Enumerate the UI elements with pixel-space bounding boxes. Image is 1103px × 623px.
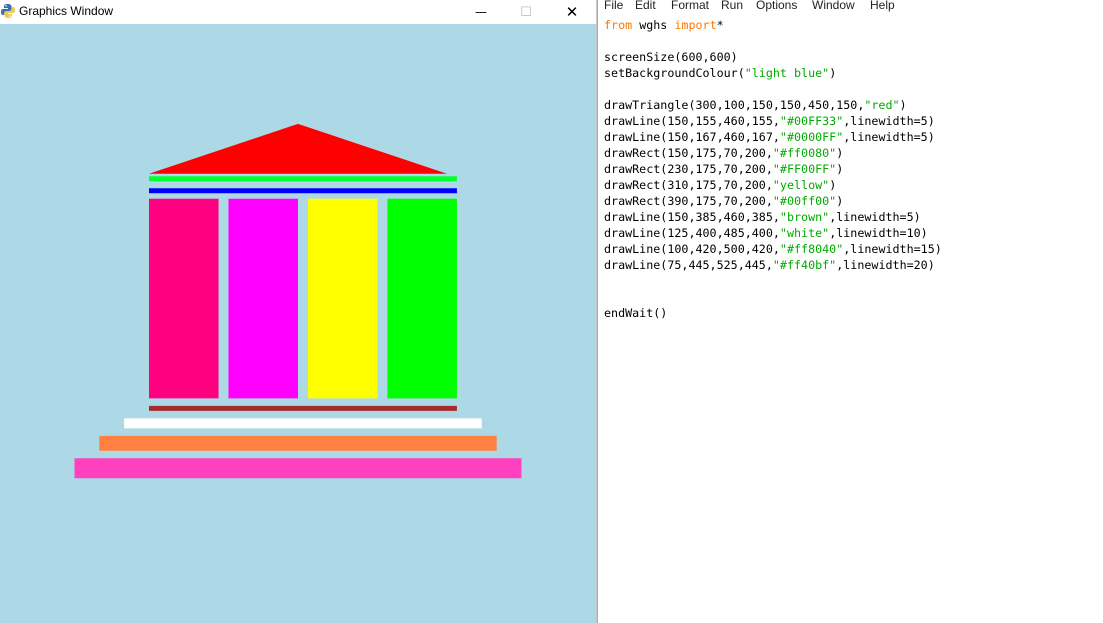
code-line: drawRect(230,175,70,200,"#FF00FF") [604, 161, 942, 177]
title-bar[interactable]: Graphics Window — ☐ ✕ [0, 0, 596, 24]
code-token: ) [829, 66, 837, 80]
code-token: ,linewidth=5) [829, 210, 921, 224]
code-token: ) [836, 194, 844, 208]
pillar-rect [228, 198, 298, 399]
code-line: drawLine(125,400,485,400,"white",linewid… [604, 225, 942, 241]
menu-edit[interactable]: Edit [635, 0, 656, 12]
code-token: drawLine(150,167,460,167, [604, 130, 780, 144]
code-string: "#00FF33" [779, 114, 844, 128]
code-token: ) [836, 146, 844, 160]
code-area[interactable]: from wghs import* screenSize(600,600) setB… [604, 17, 942, 321]
window-title: Graphics Window [19, 4, 114, 18]
code-line: setBackgroundColour("light blue") [604, 65, 942, 81]
maximize-button[interactable]: ☐ [503, 0, 549, 24]
code-line: drawRect(390,175,70,200,"#00ff00") [604, 193, 942, 209]
menu-window[interactable]: Window [812, 0, 855, 12]
drawing-surface [0, 24, 596, 623]
code-string: "red" [864, 98, 900, 112]
code-token: ,linewidth=20) [836, 258, 935, 272]
code-token: wghs [632, 18, 675, 32]
code-string: "light blue" [744, 66, 830, 80]
code-token: ) [829, 178, 837, 192]
menu-bar: File Edit Format Run Options Window Help [598, 0, 1103, 14]
code-editor[interactable]: File Edit Format Run Options Window Help from … [597, 0, 1103, 623]
drawing-canvas [0, 24, 596, 623]
code-token: drawRect(310,175,70,200, [604, 178, 773, 192]
python-icon [1, 4, 15, 18]
menu-run[interactable]: Run [721, 0, 743, 12]
graphics-window: Graphics Window — ☐ ✕ [0, 0, 597, 623]
pillar-rect [149, 198, 219, 399]
code-line: drawRect(310,175,70,200,"yellow") [604, 177, 942, 193]
menu-file[interactable]: File [604, 0, 623, 12]
code-token: ,linewidth=10) [829, 226, 928, 240]
code-token: ) [836, 162, 844, 176]
close-icon: ✕ [565, 3, 579, 21]
code-token: ,linewidth=15) [843, 242, 942, 256]
code-string: "#00ff00" [772, 194, 837, 208]
code-line: drawLine(150,167,460,167,"#0000FF",linew… [604, 129, 942, 145]
code-line: from wghs import* [604, 17, 942, 33]
maximize-icon: ☐ [520, 4, 532, 20]
code-token: drawLine(150,155,460,155, [604, 114, 780, 128]
code-token: drawLine(125,400,485,400, [604, 226, 780, 240]
code-string: "yellow" [772, 178, 830, 192]
code-string: "brown" [779, 210, 830, 224]
code-token: drawLine(75,445,525,445, [604, 258, 773, 272]
code-string: "#FF00FF" [772, 162, 837, 176]
code-string: "#ff8040" [779, 242, 844, 256]
code-token: ,linewidth=5) [843, 130, 935, 144]
code-string: "#ff40bf" [772, 258, 837, 272]
code-line: drawRect(150,175,70,200,"#ff0080") [604, 145, 942, 161]
minimize-icon: — [475, 5, 487, 19]
code-token: endWait() [604, 306, 668, 320]
code-token: ) [899, 98, 907, 112]
code-string: "white" [779, 226, 830, 240]
code-token: setBackgroundColour( [604, 66, 745, 80]
code-string: "#0000FF" [779, 130, 844, 144]
code-keyword: import [674, 18, 717, 32]
code-token: * [716, 18, 724, 32]
menu-format[interactable]: Format [671, 0, 709, 12]
code-token: drawRect(230,175,70,200, [604, 162, 773, 176]
pillar-rect [307, 198, 378, 399]
code-line: drawLine(150,155,460,155,"#00FF33",linew… [604, 113, 942, 129]
code-line: drawTriangle(300,100,150,150,450,150,"re… [604, 97, 942, 113]
code-line: drawLine(100,420,500,420,"#ff8040",linew… [604, 241, 942, 257]
code-token: drawLine(100,420,500,420, [604, 242, 780, 256]
pillar-rect [387, 198, 457, 399]
minimize-button[interactable]: — [458, 0, 504, 24]
code-keyword: from [604, 18, 633, 32]
code-line: screenSize(600,600) [604, 49, 942, 65]
code-token: drawTriangle(300,100,150,150,450,150, [604, 98, 865, 112]
menu-help[interactable]: Help [870, 0, 895, 12]
code-token: drawLine(150,385,460,385, [604, 210, 780, 224]
close-button[interactable]: ✕ [549, 0, 595, 24]
code-line: endWait() [604, 305, 942, 321]
menu-options[interactable]: Options [756, 0, 797, 12]
code-token: drawRect(390,175,70,200, [604, 194, 773, 208]
code-line: drawLine(150,385,460,385,"brown",linewid… [604, 209, 942, 225]
code-line: drawLine(75,445,525,445,"#ff40bf",linewi… [604, 257, 942, 273]
code-token: drawRect(150,175,70,200, [604, 146, 773, 160]
code-token: screenSize(600,600) [604, 50, 738, 64]
code-token: ,linewidth=5) [843, 114, 935, 128]
code-string: "#ff0080" [772, 146, 837, 160]
